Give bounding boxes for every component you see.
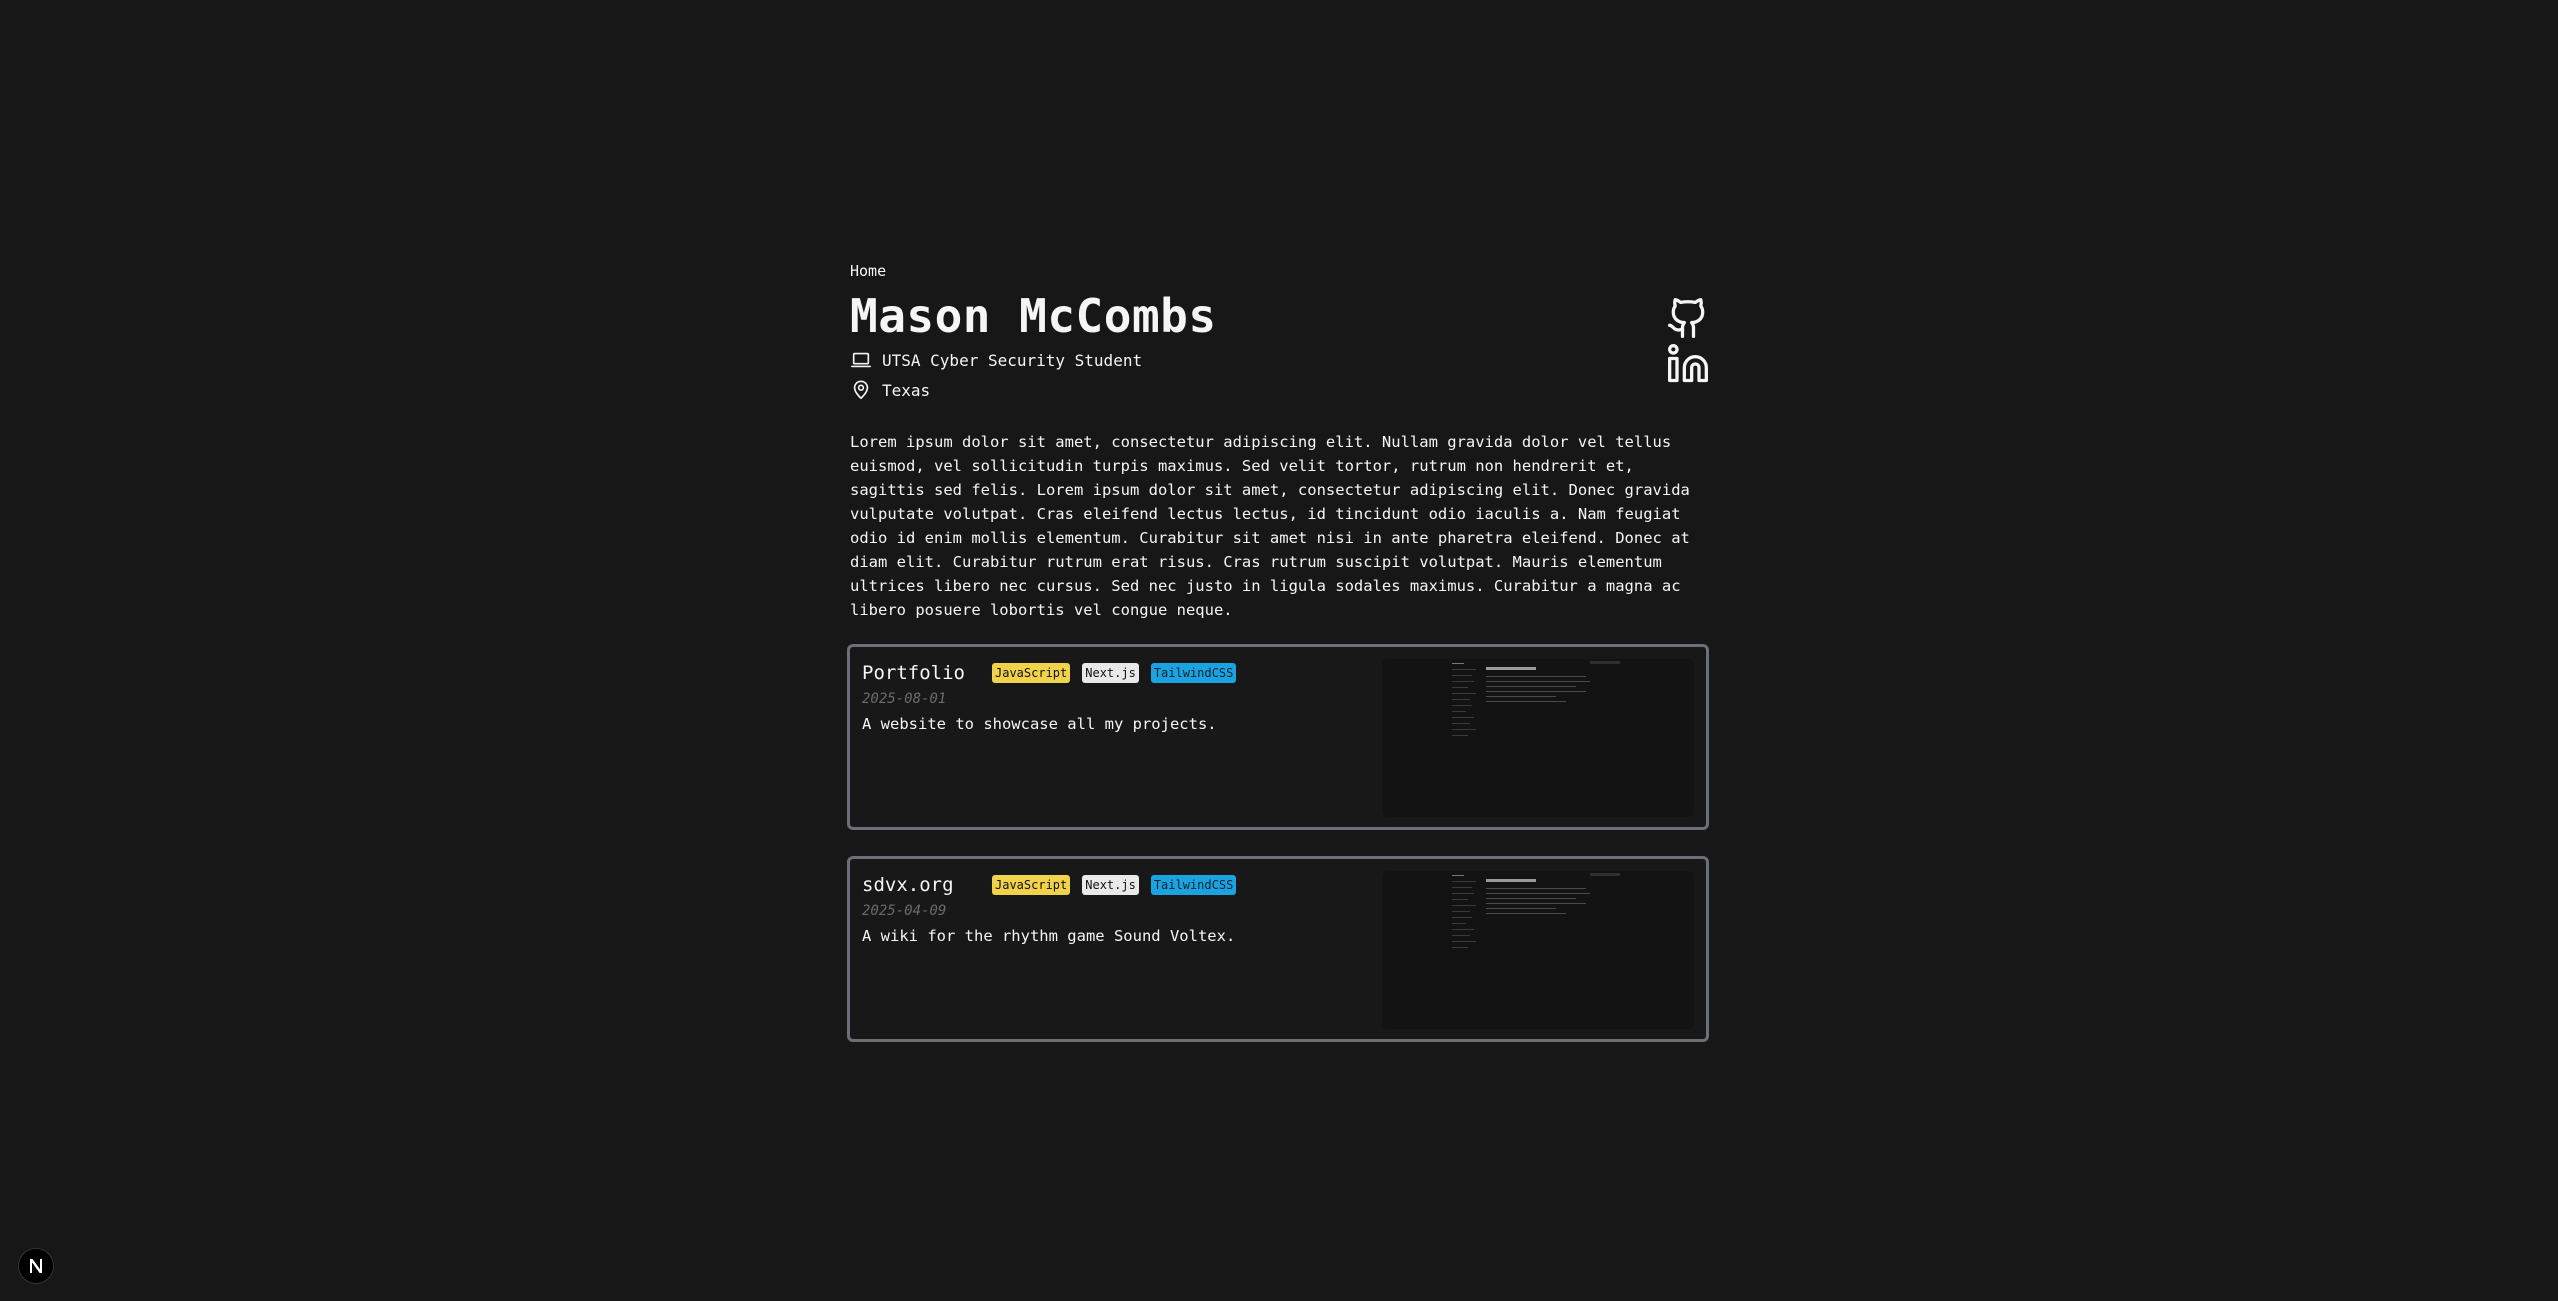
- content-container: Home Mason McCombs UTSA Cyber Security S…: [847, 258, 1710, 1042]
- tag-tailwindcss: TailwindCSS: [1150, 875, 1237, 895]
- project-thumbnail: [1382, 871, 1694, 1029]
- thumbnail-main: [1486, 667, 1596, 706]
- laptop-icon: [851, 352, 871, 368]
- profile-role: UTSA Cyber Security Student: [882, 350, 1143, 370]
- nextjs-dev-badge[interactable]: [18, 1248, 54, 1284]
- tag-tailwindcss: TailwindCSS: [1150, 663, 1237, 683]
- project-date: 2025-08-01: [862, 691, 947, 707]
- project-card[interactable]: sdvx.org JavaScript Next.js TailwindCSS …: [847, 856, 1709, 1042]
- tag-nextjs: Next.js: [1082, 875, 1139, 895]
- thumbnail-main: [1486, 879, 1596, 918]
- nextjs-logo-icon: [30, 1259, 42, 1273]
- profile-location-row: Texas: [850, 376, 1710, 404]
- profile-name: Mason McCombs: [850, 289, 1217, 343]
- profile-location: Texas: [882, 380, 931, 400]
- map-pin-icon: [853, 380, 869, 400]
- project-thumbnail: [1382, 659, 1694, 817]
- thumbnail-sidebar: [1452, 663, 1478, 741]
- profile-bio: Lorem ipsum dolor sit amet, consectetur …: [850, 433, 1690, 619]
- tag-javascript: JavaScript: [992, 663, 1071, 683]
- project-date: 2025-04-09: [862, 903, 947, 919]
- project-card-header: Portfolio JavaScript Next.js TailwindCSS: [862, 661, 1248, 685]
- page: Home Mason McCombs UTSA Cyber Security S…: [0, 0, 2558, 1301]
- profile-header: Mason McCombs UTSA Cyber Security Studen…: [850, 288, 1710, 404]
- project-card[interactable]: Portfolio JavaScript Next.js TailwindCSS…: [847, 644, 1709, 830]
- social-links: [1666, 296, 1710, 386]
- thumbnail-sidebar: [1452, 875, 1478, 953]
- project-description: A wiki for the rhythm game Sound Voltex.: [862, 927, 1236, 945]
- project-description: A website to showcase all my projects.: [862, 715, 1217, 733]
- project-title: sdvx.org: [862, 874, 954, 896]
- linkedin-icon: [1668, 344, 1708, 383]
- project-card-header: sdvx.org JavaScript Next.js TailwindCSS: [862, 873, 1248, 897]
- github-link[interactable]: [1666, 296, 1710, 340]
- linkedin-link[interactable]: [1666, 342, 1710, 386]
- project-title: Portfolio: [862, 662, 965, 684]
- nav-home-link[interactable]: Home: [850, 258, 886, 284]
- thumbnail-top-bar: [1590, 661, 1620, 664]
- tag-javascript: JavaScript: [992, 875, 1071, 895]
- thumbnail-top-bar: [1590, 873, 1620, 876]
- github-icon: [1668, 298, 1705, 338]
- profile-role-row: UTSA Cyber Security Student: [850, 346, 1710, 374]
- tag-nextjs: Next.js: [1082, 663, 1139, 683]
